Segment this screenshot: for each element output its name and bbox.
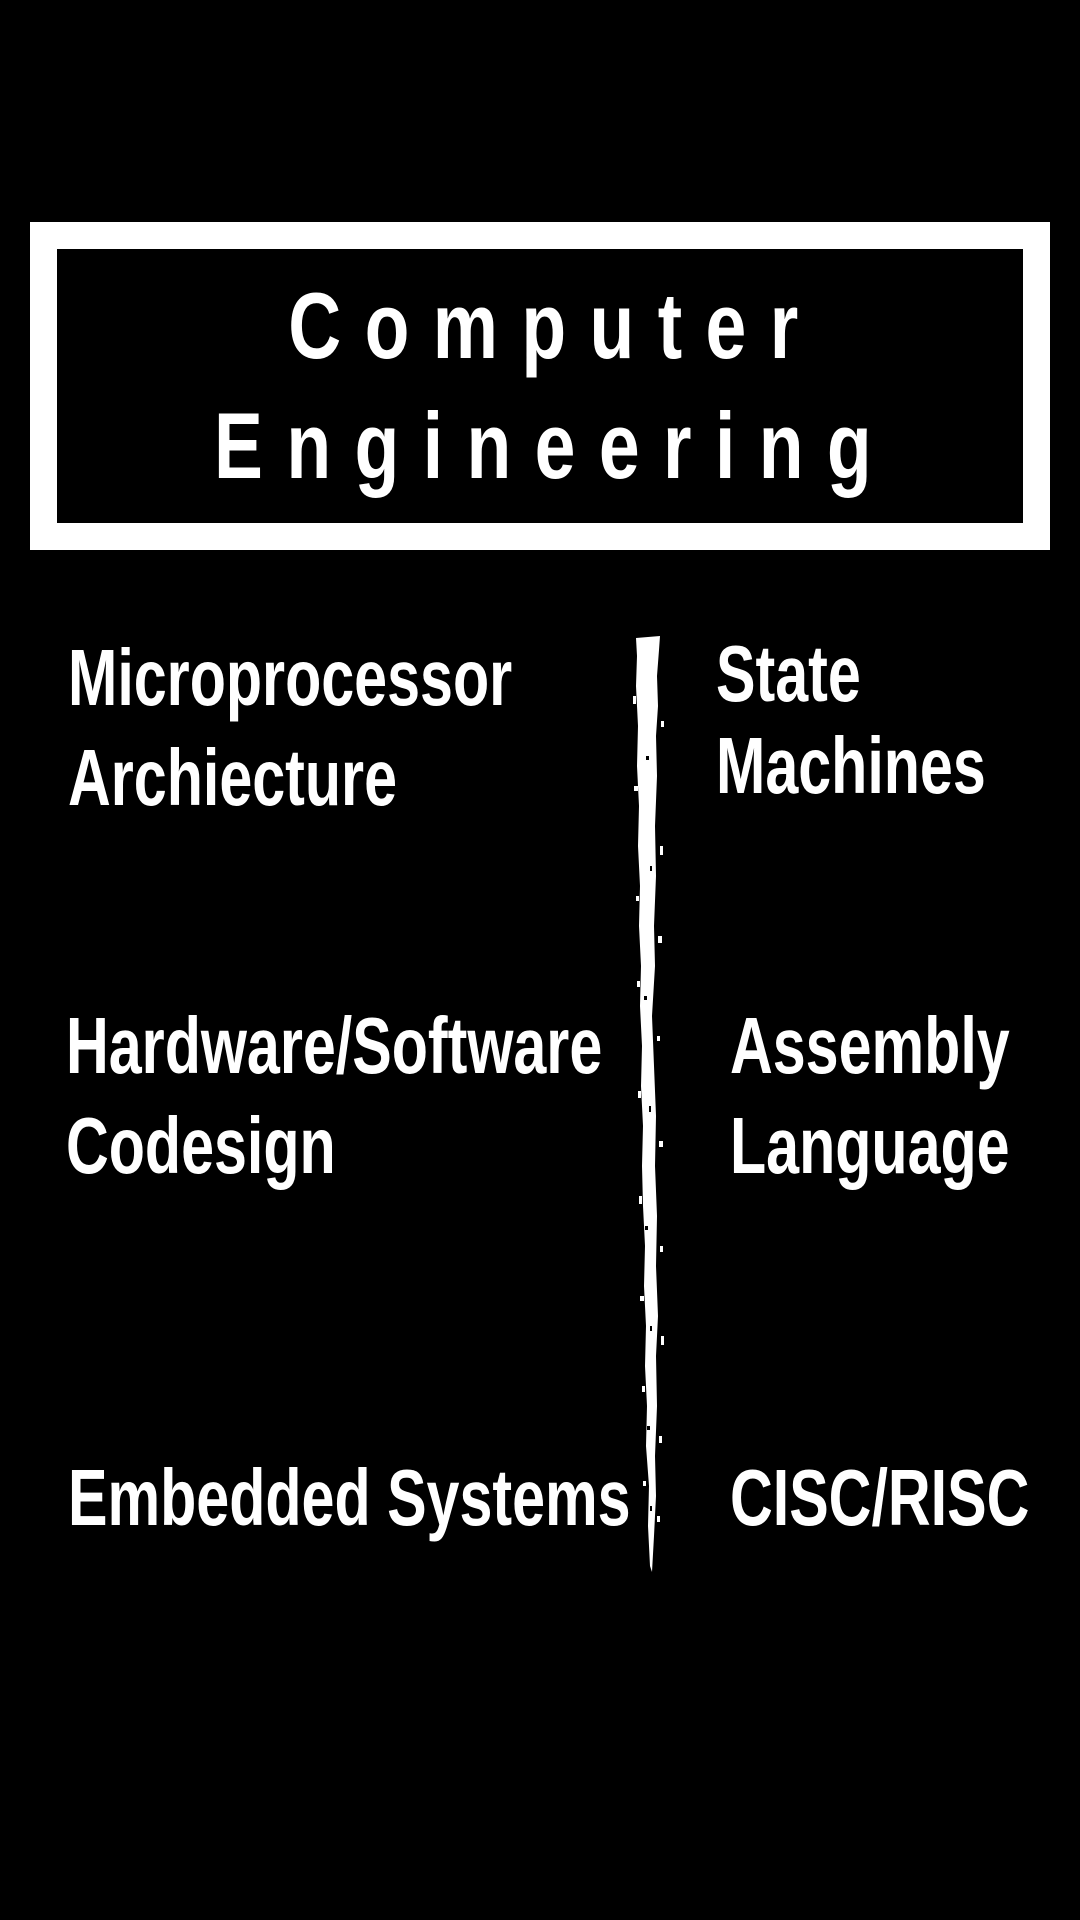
topic-line: Microprocessor: [68, 633, 513, 722]
topic-line: State: [716, 629, 861, 718]
topic-line: Codesign: [66, 1101, 336, 1190]
topic-assembly-language: Assembly Language: [730, 996, 1010, 1196]
topic-line: Embedded Systems: [68, 1453, 631, 1542]
topic-microprocessor-architecture: Microprocessor Archiecture: [68, 628, 512, 828]
topic-line: Hardware/Software: [66, 1001, 603, 1090]
title-box-inner: Computer Engineering: [57, 249, 1023, 523]
topic-line: Machines: [716, 721, 986, 810]
chalk-divider: [633, 636, 664, 1572]
topic-state-machines: State Machines: [716, 628, 986, 812]
topic-hardware-software-codesign: Hardware/Software Codesign: [66, 996, 602, 1196]
poster: Computer Engineering Microprocessor Arch…: [0, 0, 1080, 1920]
topic-line: Archiecture: [68, 733, 398, 822]
title-box: Computer Engineering: [30, 222, 1050, 550]
topic-cisc-risc: CISC/RISC: [730, 1448, 1029, 1548]
topic-line: Language: [730, 1101, 1010, 1190]
title-line-1: Computer: [288, 273, 822, 378]
topic-embedded-systems: Embedded Systems: [68, 1448, 631, 1548]
topic-line: CISC/RISC: [730, 1453, 1030, 1542]
topic-line: Assembly: [730, 1001, 1010, 1090]
title-line-2: Engineering: [214, 393, 896, 498]
